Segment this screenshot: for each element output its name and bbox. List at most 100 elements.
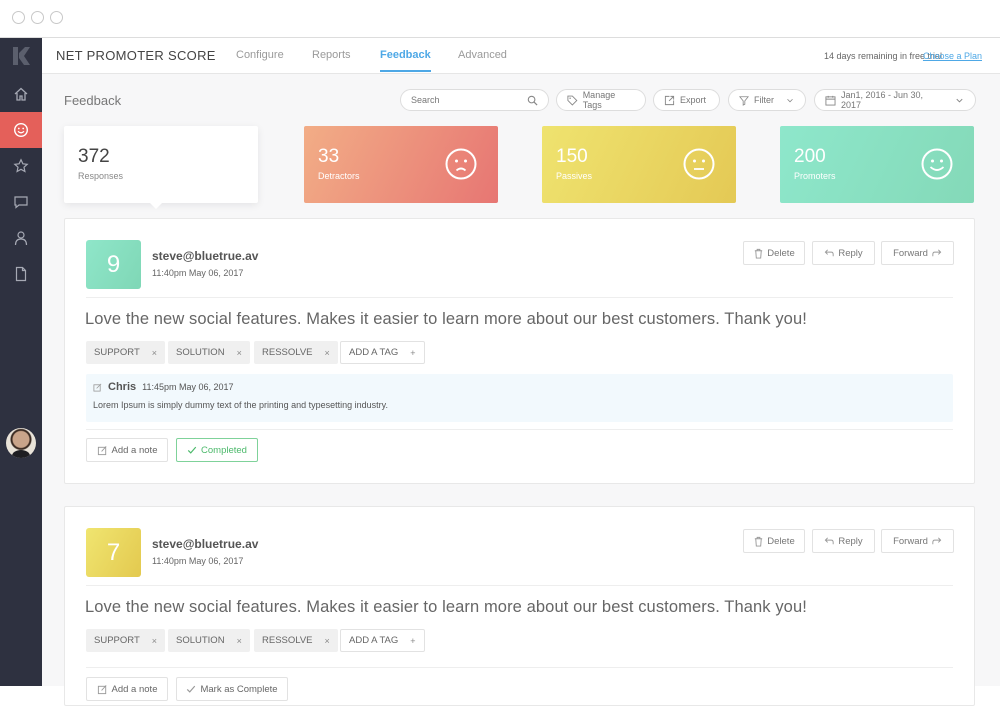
sidebar-item-feedback[interactable] <box>0 112 42 148</box>
reply-button[interactable]: Reply <box>812 241 875 265</box>
add-tag-button[interactable]: ADD A TAG + <box>340 341 425 364</box>
feedback-card: 7 steve@bluetrue.av 11:40pm May 06, 2017… <box>64 506 975 706</box>
note: Chris 11:45pm May 06, 2017 Lorem Ipsum i… <box>86 374 953 422</box>
stat-detractors[interactable]: 33 Detractors <box>304 126 498 203</box>
delete-button[interactable]: Delete <box>743 529 805 553</box>
tab-feedback[interactable]: Feedback <box>380 49 431 72</box>
completed-label: Completed <box>201 444 247 456</box>
reply-label: Reply <box>838 535 863 547</box>
reply-icon <box>825 249 834 256</box>
tab-advanced[interactable]: Advanced <box>458 49 507 61</box>
tag-chip[interactable]: SUPPORT × <box>86 341 166 364</box>
manage-tags-label: Manage Tags <box>582 90 616 110</box>
stat-value: 150 <box>556 146 588 167</box>
window-close-button[interactable] <box>12 11 25 24</box>
response-time: 11:40pm May 06, 2017 <box>152 556 244 566</box>
stat-responses[interactable]: 372 Responses <box>64 126 258 209</box>
add-tag-label: ADD A TAG <box>349 347 399 358</box>
neutral-face-icon <box>683 148 715 180</box>
tab-reports[interactable]: Reports <box>312 49 351 61</box>
stat-value: 200 <box>794 146 826 167</box>
remove-tag-icon[interactable]: × <box>152 636 157 646</box>
reply-icon <box>825 537 834 544</box>
plus-icon: + <box>410 635 416 646</box>
delete-button[interactable]: Delete <box>743 241 805 265</box>
home-icon <box>14 87 28 101</box>
tag-label: SOLUTION <box>176 635 225 646</box>
stat-value: 33 <box>318 146 340 167</box>
date-range-picker[interactable]: Jan1, 2016 - Jun 30, 2017 <box>814 89 976 111</box>
stat-promoters[interactable]: 200 Promoters <box>780 126 974 203</box>
sidebar <box>0 38 42 686</box>
add-note-label: Add a note <box>111 683 158 695</box>
add-note-label: Add a note <box>111 444 158 456</box>
delete-label: Delete <box>767 247 795 259</box>
reply-button[interactable]: Reply <box>812 529 875 553</box>
sidebar-item-home[interactable] <box>0 76 42 112</box>
stat-passives[interactable]: 150 Passives <box>542 126 736 203</box>
export-button[interactable]: Export <box>653 89 720 111</box>
tag-chip[interactable]: RESSOLVE × <box>254 341 338 364</box>
add-tag-button[interactable]: ADD A TAG + <box>340 629 425 652</box>
remove-tag-icon[interactable]: × <box>237 348 242 358</box>
chevron-down-icon <box>956 98 963 103</box>
divider <box>86 667 953 668</box>
choose-plan-link[interactable]: Choose a Plan <box>923 51 982 61</box>
tag-chip[interactable]: SUPPORT × <box>86 629 166 652</box>
add-note-button[interactable]: Add a note <box>86 438 168 462</box>
sidebar-item-messages[interactable] <box>0 184 42 220</box>
sidebar-item-documents[interactable] <box>0 256 42 292</box>
sidebar-item-favorites[interactable] <box>0 148 42 184</box>
logo-icon <box>13 47 30 65</box>
add-note-button[interactable]: Add a note <box>86 677 168 701</box>
tag-label: SUPPORT <box>94 635 140 646</box>
calendar-icon <box>825 95 836 106</box>
user-avatar[interactable] <box>6 428 36 458</box>
sidebar-item-users[interactable] <box>0 220 42 256</box>
score-badge: 9 <box>86 240 141 289</box>
stat-label: Detractors <box>318 171 360 181</box>
note-header: Chris 11:45pm May 06, 2017 <box>93 381 234 393</box>
stat-label: Responses <box>78 171 124 181</box>
tag-label: RESSOLVE <box>262 347 313 358</box>
window-maximize-button[interactable] <box>50 11 63 24</box>
manage-tags-button[interactable]: Manage Tags <box>556 89 646 111</box>
forward-button[interactable]: Forward <box>881 529 954 553</box>
add-tag-label: ADD A TAG <box>349 635 399 646</box>
trash-icon <box>755 536 763 547</box>
trash-icon <box>755 248 763 259</box>
response-time: 11:40pm May 06, 2017 <box>152 268 244 278</box>
mark-complete-button[interactable]: Mark as Complete <box>176 677 288 701</box>
note-author: Chris <box>108 381 137 393</box>
remove-tag-icon[interactable]: × <box>325 348 330 358</box>
plus-icon: + <box>410 347 416 358</box>
chevron-down-icon <box>787 98 793 102</box>
star-icon <box>13 158 29 173</box>
filter-dropdown[interactable]: Filter <box>728 89 806 111</box>
stat-label: Passives <box>556 171 593 181</box>
completed-button[interactable]: Completed <box>176 438 258 462</box>
tag-chip[interactable]: RESSOLVE × <box>254 629 338 652</box>
respondent-email: steve@bluetrue.av <box>152 537 259 551</box>
tag-chip[interactable]: SOLUTION × <box>168 341 250 364</box>
feedback-message: Love the new social features. Makes it e… <box>85 310 807 328</box>
tag-label: RESSOLVE <box>262 635 313 646</box>
window-minimize-button[interactable] <box>31 11 44 24</box>
remove-tag-icon[interactable]: × <box>152 348 157 358</box>
mark-complete-label: Mark as Complete <box>200 683 278 695</box>
divider <box>86 429 953 430</box>
reply-label: Reply <box>838 247 863 259</box>
document-icon <box>15 266 27 282</box>
remove-tag-icon[interactable]: × <box>237 636 242 646</box>
edit-note-icon <box>97 684 107 694</box>
forward-label: Forward <box>893 535 928 547</box>
delete-label: Delete <box>767 535 795 547</box>
main-content: NET PROMOTER SCORE Configure Reports Fee… <box>42 38 1000 706</box>
note-text: Lorem Ipsum is simply dummy text of the … <box>93 400 388 410</box>
search-input[interactable]: Search <box>400 89 549 111</box>
filter-label: Filter <box>754 95 774 105</box>
tab-configure[interactable]: Configure <box>236 49 284 61</box>
remove-tag-icon[interactable]: × <box>325 636 330 646</box>
tag-chip[interactable]: SOLUTION × <box>168 629 250 652</box>
forward-button[interactable]: Forward <box>881 241 954 265</box>
